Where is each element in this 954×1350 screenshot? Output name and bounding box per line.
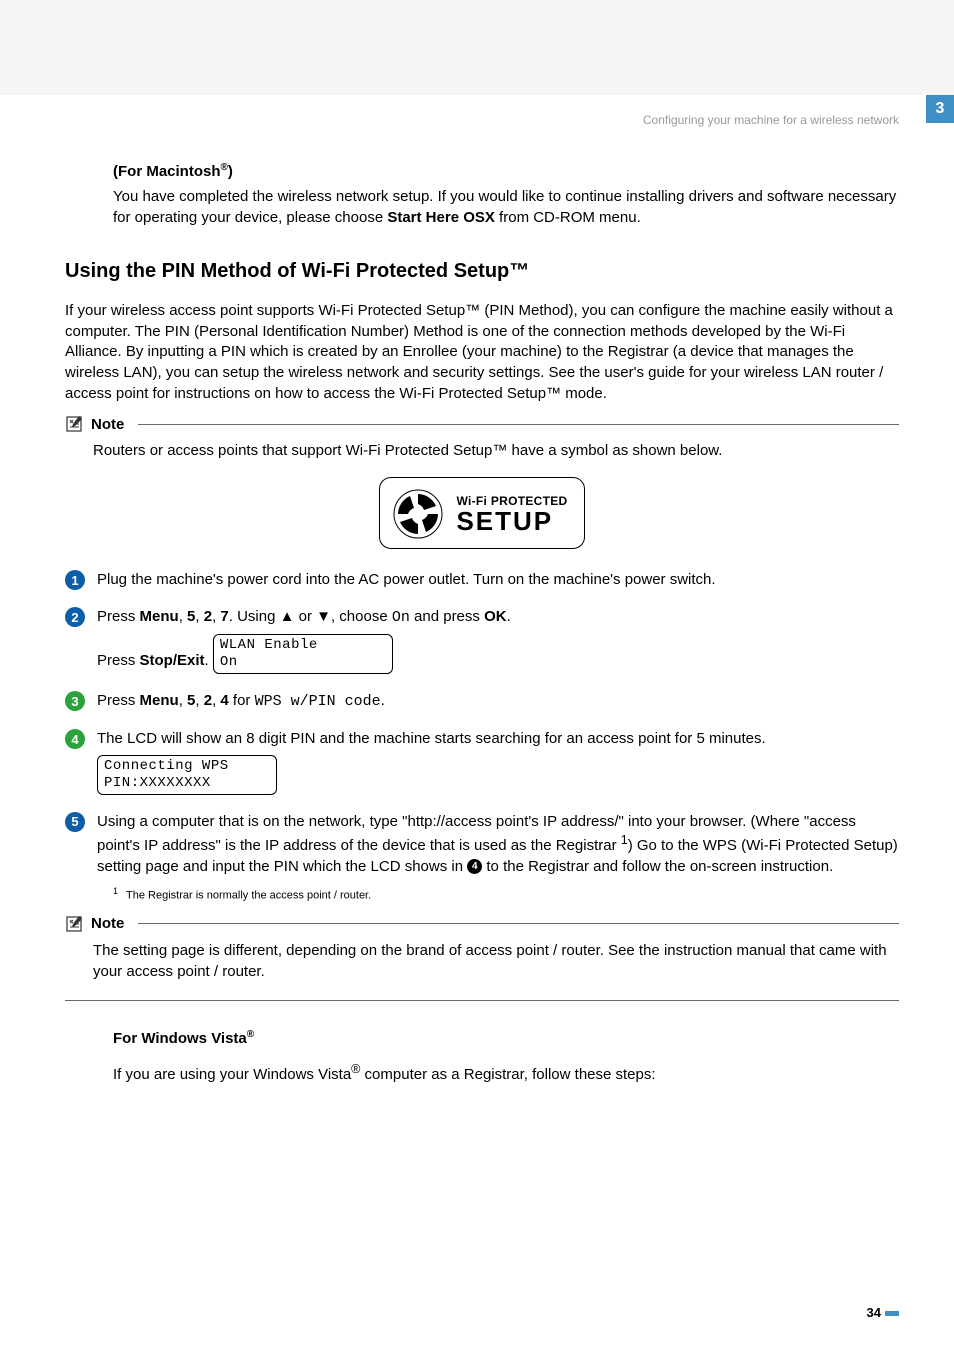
- section-vista: For Windows Vista® If you are using your…: [113, 1029, 899, 1085]
- step-bullet-1: 1: [65, 570, 85, 590]
- step-1: 1 Plug the machine's power cord into the…: [65, 569, 899, 590]
- step-4: 4 The LCD will show an 8 digit PIN and t…: [65, 728, 899, 795]
- step-5-text: Using a computer that is on the network,…: [97, 811, 899, 904]
- inline-step-ref-4: 4: [467, 859, 482, 874]
- wps-logo: Wi-Fi PROTECTED SETUP: [379, 477, 584, 549]
- section-macintosh: (For Macintosh®) You have completed the …: [113, 162, 899, 228]
- note-1-body: Routers or access points that support Wi…: [93, 440, 899, 461]
- page-number: 34: [867, 1305, 899, 1320]
- lcd-display-pin: Connecting WPS PIN:XXXXXXXX: [97, 755, 277, 795]
- step-1-text: Plug the machine's power cord into the A…: [97, 569, 899, 590]
- step-bullet-3: 3: [65, 691, 85, 711]
- note-rule: [138, 424, 899, 425]
- lcd-display-wlan: WLAN Enable On: [213, 634, 393, 674]
- step-4-text: The LCD will show an 8 digit PIN and the…: [97, 728, 899, 795]
- vista-heading: For Windows Vista®: [113, 1029, 899, 1047]
- note-2-header: Note: [65, 914, 899, 934]
- macintosh-heading: (For Macintosh®): [113, 162, 899, 180]
- chapter-tab: 3: [926, 95, 954, 123]
- section-heading-pin-method: Using the PIN Method of Wi-Fi Protected …: [65, 260, 899, 283]
- note-1-header: Note: [65, 414, 899, 434]
- header-band: [0, 0, 954, 95]
- wps-swirl-icon: [392, 488, 444, 540]
- note-label: Note: [91, 915, 124, 932]
- note-icon: [65, 414, 85, 434]
- step-3: 3 Press Menu, 5, 2, 4 for WPS w/PIN code…: [65, 690, 899, 712]
- note-icon: [65, 914, 85, 934]
- note-label: Note: [91, 416, 124, 433]
- step-bullet-4: 4: [65, 729, 85, 749]
- step-2-text: Press Menu, 5, 2, 7. Using ▲ or ▼, choos…: [97, 606, 899, 674]
- note-2-body: The setting page is different, depending…: [93, 940, 899, 982]
- step-bullet-5: 5: [65, 812, 85, 832]
- step-3-text: Press Menu, 5, 2, 4 for WPS w/PIN code.: [97, 690, 899, 712]
- step-2: 2 Press Menu, 5, 2, 7. Using ▲ or ▼, cho…: [65, 606, 899, 674]
- note-rule: [138, 923, 899, 924]
- step-bullet-2: 2: [65, 607, 85, 627]
- wps-logo-line2: SETUP: [456, 508, 567, 534]
- breadcrumb: Configuring your machine for a wireless …: [0, 113, 899, 127]
- vista-body: If you are using your Windows Vista® com…: [113, 1061, 899, 1085]
- intro-paragraph: If your wireless access point supports W…: [65, 301, 899, 404]
- footnote-1: 1The Registrar is normally the access po…: [113, 885, 899, 904]
- step-5: 5 Using a computer that is on the networ…: [65, 811, 899, 904]
- macintosh-body: You have completed the wireless network …: [113, 186, 899, 228]
- note-rule-bottom: [65, 1000, 899, 1001]
